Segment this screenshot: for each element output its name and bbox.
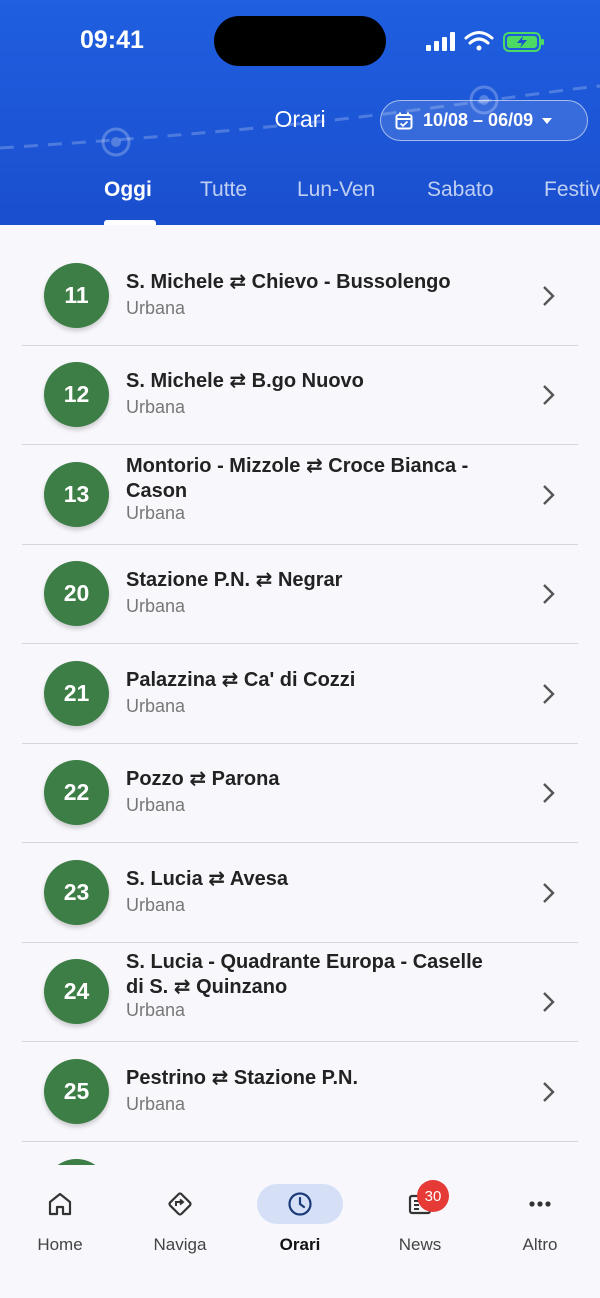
line-text: Pozzo ⇄ Parona Urbana <box>126 767 526 816</box>
line-route: Stazione P.N. ⇄ Negrar <box>126 569 343 591</box>
line-text: Stazione P.N. ⇄ Negrar Urbana <box>126 568 526 617</box>
tab-festivi[interactable]: Festivi <box>544 178 600 202</box>
line-text: S. Michele ⇄ B.go Nuovo Urbana <box>126 369 526 418</box>
caret-down-icon <box>542 117 553 124</box>
line-text: S. Lucia - Quadrante Europa - Caselle di… <box>126 950 526 1021</box>
chevron-right-icon <box>543 992 555 1012</box>
list-item-line-20[interactable]: 20 Stazione P.N. ⇄ Negrar Urbana <box>0 544 600 643</box>
line-route-line-1: Montorio - Mizzole ⇄ Croce Bianca - <box>126 455 469 477</box>
list-item-line-23[interactable]: 23 S. Lucia ⇄ Avesa Urbana <box>0 843 600 942</box>
nav-altro-label: Altro <box>522 1235 558 1254</box>
chevron-right-icon <box>543 684 555 704</box>
chevron-right-icon <box>543 385 555 405</box>
line-type: Urbana <box>126 503 186 523</box>
more-icon <box>529 1201 551 1207</box>
clock-icon <box>288 1192 312 1216</box>
tab-oggi[interactable]: Oggi <box>104 178 152 202</box>
line-text: Pestrino ⇄ Stazione P.N. Urbana <box>126 1066 526 1115</box>
nav-news[interactable]: 30 News <box>360 1175 480 1255</box>
line-number-badge: 21 <box>44 661 109 726</box>
list-item-line-13[interactable]: 13 Montorio - Mizzole ⇄ Croce Bianca - C… <box>0 445 600 544</box>
line-text: Montorio - Mizzole ⇄ Croce Bianca - Caso… <box>126 454 526 524</box>
tab-lun-ven[interactable]: Lun-Ven <box>297 178 375 202</box>
day-tabs: Oggi Tutte Lun-Ven Sabato Festivi <box>0 170 600 225</box>
list-item-line-22[interactable]: 22 Pozzo ⇄ Parona Urbana <box>0 743 600 842</box>
line-route: S. Michele ⇄ B.go Nuovo <box>126 370 364 392</box>
app-screen: 09:41 Orari 10/08 – 06/09 Oggi Tutte Lun… <box>0 0 600 1298</box>
dynamic-island <box>214 16 386 66</box>
line-type: Urbana <box>126 895 186 915</box>
line-number-badge: 24 <box>44 959 109 1024</box>
chevron-right-icon <box>543 783 555 803</box>
list-item-line-24[interactable]: 24 S. Lucia - Quadrante Europa - Caselle… <box>0 942 600 1041</box>
status-icons <box>426 31 544 52</box>
chevron-right-icon <box>543 1082 555 1102</box>
line-number-badge: 25 <box>44 1059 109 1124</box>
date-range-picker[interactable]: 10/08 – 06/09 <box>380 100 588 141</box>
line-route: Palazzina ⇄ Ca' di Cozzi <box>126 669 356 691</box>
wifi-icon <box>464 31 494 51</box>
nav-home-label: Home <box>37 1235 83 1254</box>
line-number-badge: 12 <box>44 362 109 427</box>
nav-orari-label: Orari <box>279 1235 321 1254</box>
nav-naviga[interactable]: Naviga <box>120 1175 240 1255</box>
chevron-right-icon <box>543 584 555 604</box>
tab-sabato[interactable]: Sabato <box>427 178 494 202</box>
status-time: 09:41 <box>80 26 144 54</box>
line-route: Pestrino ⇄ Stazione P.N. <box>126 1067 359 1089</box>
line-route: S. Michele ⇄ Chievo - Bussolengo <box>126 271 451 293</box>
line-number-badge: 20 <box>44 561 109 626</box>
line-text: S. Lucia ⇄ Avesa Urbana <box>126 867 526 916</box>
lines-list: 11 S. Michele ⇄ Chievo - Bussolengo Urba… <box>0 225 600 1165</box>
line-number-badge: 23 <box>44 860 109 925</box>
chevron-right-icon <box>543 883 555 903</box>
line-route: S. Lucia ⇄ Avesa <box>126 868 289 890</box>
directions-icon <box>168 1192 192 1216</box>
line-type: Urbana <box>126 596 186 616</box>
line-type: Urbana <box>126 397 186 417</box>
list-item-line-11[interactable]: 11 S. Michele ⇄ Chievo - Bussolengo Urba… <box>0 246 600 345</box>
nav-naviga-label: Naviga <box>153 1235 207 1254</box>
header: 09:41 Orari 10/08 – 06/09 Oggi Tutte Lun… <box>0 0 600 225</box>
line-number-badge: 13 <box>44 462 109 527</box>
tab-tutte[interactable]: Tutte <box>200 178 247 202</box>
line-route-line-2: Cason <box>126 480 188 502</box>
nav-home[interactable]: Home <box>0 1175 120 1255</box>
line-type: Urbana <box>126 1094 186 1114</box>
news-count-badge: 30 <box>417 1180 449 1212</box>
line-type: Urbana <box>126 298 186 318</box>
nav-news-label: News <box>398 1235 442 1254</box>
line-number-badge: 22 <box>44 760 109 825</box>
page-title: Orari <box>274 106 326 132</box>
calendar-icon <box>395 112 413 129</box>
bottom-navigation: Home Naviga Orari 30 News Altro <box>0 1165 600 1298</box>
list-item-line-25[interactable]: 25 Pestrino ⇄ Stazione P.N. Urbana <box>0 1042 600 1141</box>
divider <box>22 1141 578 1142</box>
signal-icon <box>426 32 455 51</box>
date-range-label: 10/08 – 06/09 <box>423 110 534 130</box>
line-type: Urbana <box>126 795 186 815</box>
line-text: Palazzina ⇄ Ca' di Cozzi Urbana <box>126 668 526 717</box>
list-item-line-12[interactable]: 12 S. Michele ⇄ B.go Nuovo Urbana <box>0 345 600 444</box>
nav-altro[interactable]: Altro <box>480 1175 600 1255</box>
line-type: Urbana <box>126 1000 186 1020</box>
list-item-line-21[interactable]: 21 Palazzina ⇄ Ca' di Cozzi Urbana <box>0 644 600 743</box>
line-text: S. Michele ⇄ Chievo - Bussolengo Urbana <box>126 270 526 319</box>
line-route-line-1: S. Lucia - Quadrante Europa - Caselle <box>126 951 483 973</box>
chevron-right-icon <box>543 485 555 505</box>
nav-orari[interactable]: Orari <box>240 1175 360 1255</box>
line-route: Pozzo ⇄ Parona <box>126 768 280 790</box>
chevron-right-icon <box>543 286 555 306</box>
line-route-line-2: di S. ⇄ Quinzano <box>126 976 288 998</box>
battery-icon <box>503 32 544 52</box>
line-type: Urbana <box>126 696 186 716</box>
line-number-badge: 11 <box>44 263 109 328</box>
home-icon <box>48 1192 72 1216</box>
